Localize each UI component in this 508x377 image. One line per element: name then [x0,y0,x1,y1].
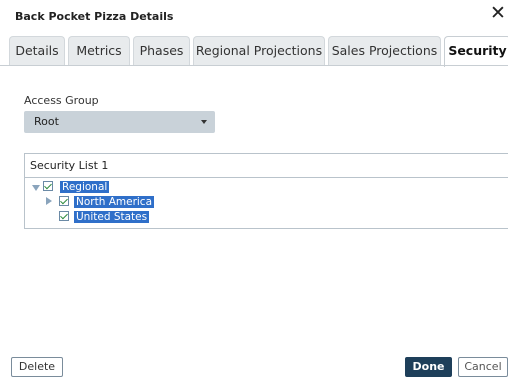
access-group-select[interactable]: Root [24,111,215,133]
checkbox-united-states[interactable] [59,211,69,221]
done-button[interactable]: Done [405,357,452,377]
tab-phases[interactable]: Phases [133,36,190,65]
tab-metrics[interactable]: Metrics [68,36,130,65]
security-list-title: Security List 1 [25,154,508,178]
checkbox-north-america[interactable] [59,196,69,206]
expand-triangle-icon[interactable] [46,197,52,205]
collapse-triangle-icon[interactable] [32,185,40,191]
close-icon[interactable]: ✕ [488,2,508,24]
tab-sales-projections[interactable]: Sales Projections [328,36,441,65]
tab-divider [0,65,508,66]
dialog-title: Back Pocket Pizza Details [15,10,174,23]
tree-node-regional[interactable]: Regional [60,181,110,193]
checkbox-regional[interactable] [43,181,53,191]
chevron-down-icon [201,120,207,124]
security-list-panel: Security List 1 Regional North America U… [24,153,508,229]
tab-security[interactable]: Security [444,36,508,67]
cancel-button[interactable]: Cancel [458,357,508,377]
tree-node-north-america[interactable]: North America [74,196,155,208]
tab-details[interactable]: Details [9,36,65,65]
tab-regional-projections[interactable]: Regional Projections [193,36,325,65]
tree-node-united-states[interactable]: United States [74,211,150,223]
access-group-label: Access Group [24,94,99,107]
access-group-value: Root [34,115,59,128]
tab-bar: Details Metrics Phases Regional Projecti… [9,36,508,67]
delete-button[interactable]: Delete [11,357,63,377]
